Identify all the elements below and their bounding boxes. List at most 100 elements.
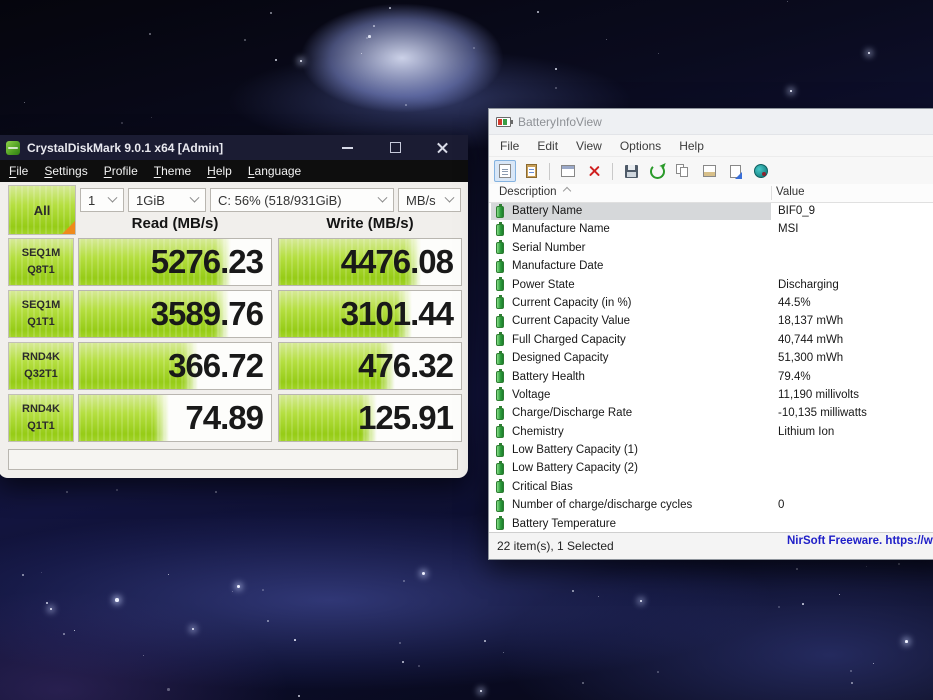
- write-result-cell: 476.32: [278, 342, 462, 390]
- list-item[interactable]: Low Battery Capacity (2): [489, 460, 933, 478]
- test-button-seq1m-q1t1[interactable]: SEQ1M Q1T1: [8, 290, 74, 338]
- biv-menu-help[interactable]: Help: [670, 137, 713, 155]
- list-item[interactable]: Manufacture Name MSI: [489, 221, 933, 239]
- value-cell: BIF0_9: [778, 205, 816, 217]
- html-report-icon[interactable]: [557, 160, 579, 182]
- read-result-cell: 3589.76: [78, 290, 272, 338]
- value-cell: 44.5%: [778, 296, 811, 309]
- write-column-header: Write (MB/s): [326, 215, 414, 232]
- list-item[interactable]: Full Charged Capacity 40,744 mWh: [489, 332, 933, 350]
- list-header[interactable]: Description Value: [489, 184, 933, 203]
- cdm-titlebar[interactable]: CrystalDiskMark 9.0.1 x64 [Admin]: [0, 135, 468, 160]
- battery-icon: [496, 313, 504, 328]
- unit-combo[interactable]: MB/s: [398, 188, 461, 212]
- biv-menu-options[interactable]: Options: [611, 137, 670, 155]
- cdm-menu-theme[interactable]: Theme: [146, 162, 199, 180]
- minimize-button[interactable]: [340, 141, 354, 155]
- refresh-icon[interactable]: [646, 160, 668, 182]
- description-cell: Voltage: [512, 388, 551, 401]
- list-item[interactable]: Voltage 11,190 millivolts: [489, 387, 933, 405]
- list-item[interactable]: Low Battery Capacity (1): [489, 442, 933, 460]
- desktop-wallpaper: CrystalDiskMark 9.0.1 x64 [Admin] File Se…: [0, 0, 933, 700]
- export-icon[interactable]: [724, 160, 746, 182]
- battery-info-icon[interactable]: [494, 160, 516, 182]
- read-speed-value: 3589.76: [150, 295, 264, 332]
- write-result-cell: 125.91: [278, 394, 462, 442]
- target-drive-combo[interactable]: C: 56% (518/931GiB): [210, 188, 394, 212]
- cdm-menubar: File Settings Profile Theme Help Language: [0, 160, 468, 182]
- list-item[interactable]: Designed Capacity 51,300 mWh: [489, 350, 933, 368]
- value-cell: Discharging: [778, 278, 839, 291]
- list-item[interactable]: Current Capacity (in %) 44.5%: [489, 295, 933, 313]
- copy-icon[interactable]: [672, 160, 694, 182]
- list-item[interactable]: Battery Temperature: [489, 516, 933, 533]
- test-button-seq1m-q8t1[interactable]: SEQ1M Q8T1: [8, 238, 74, 286]
- cdm-menu-file[interactable]: File: [1, 162, 36, 180]
- battery-icon: [496, 350, 504, 365]
- cdm-menu-settings[interactable]: Settings: [36, 162, 95, 180]
- test-button-rnd4k-q32t1[interactable]: RND4K Q32T1: [8, 342, 74, 390]
- cdm-message-box: [8, 449, 458, 470]
- battery-icon: [496, 387, 504, 402]
- description-column-header[interactable]: Description: [499, 186, 571, 198]
- description-cell: Critical Bias: [512, 480, 573, 493]
- column-separator[interactable]: [771, 186, 772, 200]
- battery-icon: [496, 405, 504, 420]
- list-item[interactable]: Manufacture Date: [489, 258, 933, 276]
- battery-icon: [496, 479, 504, 494]
- biv-menu-edit[interactable]: Edit: [528, 137, 567, 155]
- list-item[interactable]: Number of charge/discharge cycles 0: [489, 497, 933, 515]
- clipboard-icon[interactable]: [520, 160, 542, 182]
- test-label: Q1T1: [27, 420, 55, 432]
- list-item[interactable]: Power State Discharging: [489, 277, 933, 295]
- description-cell: Manufacture Date: [512, 260, 604, 273]
- biv-menu-view[interactable]: View: [567, 137, 611, 155]
- item-count-status: 22 item(s), 1 Selected: [497, 539, 614, 553]
- list-item[interactable]: Serial Number: [489, 240, 933, 258]
- battery-icon: [496, 203, 504, 218]
- description-cell: Full Charged Capacity: [512, 333, 626, 346]
- maximize-button[interactable]: [388, 141, 402, 155]
- properties-icon[interactable]: [698, 160, 720, 182]
- nirsoft-icon[interactable]: [750, 160, 772, 182]
- combo-value: 1: [88, 192, 96, 208]
- cdm-menu-help[interactable]: Help: [199, 162, 240, 180]
- list-item[interactable]: Battery Name BIF0_9: [489, 203, 933, 221]
- list-item[interactable]: Current Capacity Value 18,137 mWh: [489, 313, 933, 331]
- save-icon[interactable]: [620, 160, 642, 182]
- test-size-combo[interactable]: 1GiB: [128, 188, 206, 212]
- list-item[interactable]: Chemistry Lithium Ion: [489, 424, 933, 442]
- value-column-header[interactable]: Value: [776, 186, 805, 198]
- battery-info-list: Description Value Battery Name BIF0_9 Manu…: [489, 184, 933, 533]
- description-cell: Battery Health: [512, 370, 585, 383]
- list-item[interactable]: Battery Health 79.4%: [489, 369, 933, 387]
- battery-icon: [496, 369, 504, 384]
- value-cell: 18,137 mWh: [778, 315, 844, 328]
- cdm-menu-profile[interactable]: Profile: [96, 162, 146, 180]
- list-item[interactable]: Charge/Discharge Rate -10,135 milliwatts: [489, 405, 933, 423]
- battery-icon: [496, 516, 504, 531]
- read-speed-value: 74.89: [185, 399, 264, 436]
- all-button[interactable]: All: [8, 185, 76, 235]
- delete-icon[interactable]: [583, 160, 605, 182]
- value-cell: -10,135 milliwatts: [778, 407, 867, 420]
- test-count-combo[interactable]: 1: [80, 188, 124, 212]
- value-cell: 11,190 millivolts: [778, 388, 859, 401]
- read-result-cell: 366.72: [78, 342, 272, 390]
- test-label: RND4K: [22, 402, 60, 415]
- biv-menu-file[interactable]: File: [491, 137, 528, 155]
- test-label: Q8T1: [27, 264, 55, 276]
- test-label: Q1T1: [27, 316, 55, 328]
- cdm-menu-language[interactable]: Language: [240, 162, 309, 180]
- battery-icon: [496, 442, 504, 457]
- battery-icon: [496, 460, 504, 475]
- battery-icon: [496, 497, 504, 512]
- value-cell: MSI: [778, 223, 799, 236]
- close-button[interactable]: [436, 141, 450, 155]
- nirsoft-freeware-link[interactable]: NirSoft Freeware. https://www: [787, 535, 933, 547]
- value-cell: 40,744 mWh: [778, 333, 844, 346]
- crystaldiskmark-window: CrystalDiskMark 9.0.1 x64 [Admin] File Se…: [0, 135, 468, 478]
- test-button-rnd4k-q1t1[interactable]: RND4K Q1T1: [8, 394, 74, 442]
- biv-titlebar[interactable]: BatteryInfoView: [489, 109, 933, 135]
- list-item[interactable]: Critical Bias: [489, 479, 933, 497]
